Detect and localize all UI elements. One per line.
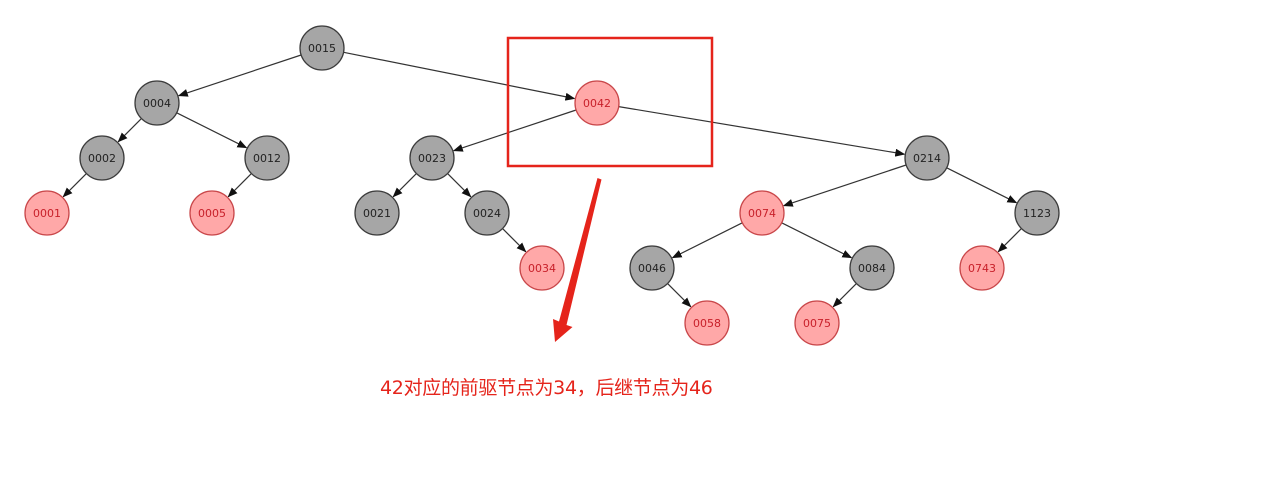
edge-0074-0046	[671, 222, 743, 259]
node-label: 0214	[913, 152, 941, 165]
tree-node-0042: 0042	[574, 80, 620, 126]
tree-node-0023: 0023	[409, 135, 455, 181]
tree-node-0024: 0024	[464, 190, 510, 236]
edge-0012-0005	[227, 173, 252, 198]
tree-node-0214: 0214	[904, 135, 950, 181]
node-label: 0058	[693, 317, 721, 330]
edge-0042-0023	[452, 109, 577, 152]
edge-0074-0084	[781, 222, 853, 259]
edge-0023-0024	[447, 173, 472, 198]
tree-node-1123: 1123	[1014, 190, 1060, 236]
red-black-tree-diagram: 0015 0004 0042 0002 0012 0023 0214 0001 0005 0021…	[24, 25, 1060, 346]
edge-1123-0743	[997, 228, 1022, 253]
node-label: 1123	[1023, 207, 1051, 220]
edge-0042-0214	[618, 106, 906, 157]
tree-node-0034: 0034	[519, 245, 565, 291]
node-label: 0034	[528, 262, 556, 275]
node-label: 0046	[638, 262, 666, 275]
edge-0214-1123	[946, 167, 1018, 204]
tree-node-0075: 0075	[794, 300, 840, 346]
tree-nodes: 0015 0004 0042 0002 0012 0023 0214 0001 0005 0021…	[24, 25, 1060, 346]
node-label: 0005	[198, 207, 226, 220]
tree-node-0058: 0058	[684, 300, 730, 346]
tree-node-0021: 0021	[354, 190, 400, 236]
node-label: 0075	[803, 317, 831, 330]
tree-node-0743: 0743	[959, 245, 1005, 291]
tree-node-0015: 0015	[299, 25, 345, 71]
node-label: 0074	[748, 207, 776, 220]
tree-node-0002: 0002	[79, 135, 125, 181]
edge-0004-0012	[176, 112, 248, 149]
node-label: 0015	[308, 42, 336, 55]
tree-node-0005: 0005	[189, 190, 235, 236]
tree-node-0001: 0001	[24, 190, 70, 236]
node-label: 0004	[143, 97, 171, 110]
node-label: 0001	[33, 207, 61, 220]
node-label: 0743	[968, 262, 996, 275]
node-label: 0002	[88, 152, 116, 165]
edge-0002-0001	[62, 173, 87, 198]
edge-0004-0002	[117, 118, 142, 143]
node-label: 0084	[858, 262, 886, 275]
edge-0024-0034	[502, 228, 527, 253]
tree-node-0046: 0046	[629, 245, 675, 291]
node-label: 0023	[418, 152, 446, 165]
edge-0023-0021	[392, 173, 417, 198]
node-label: 0042	[583, 97, 611, 110]
edge-0046-0058	[667, 283, 692, 308]
tree-node-0004: 0004	[134, 80, 180, 126]
node-label: 0021	[363, 207, 391, 220]
edge-0015-0004	[177, 54, 302, 97]
edge-0015-0042	[343, 51, 576, 101]
node-label: 0012	[253, 152, 281, 165]
tree-node-0084: 0084	[849, 245, 895, 291]
tree-node-0074: 0074	[739, 190, 785, 236]
edge-0084-0075	[832, 283, 857, 308]
annotation-caption: 42对应的前驱节点为34，后继节点为46	[380, 377, 713, 399]
edge-0214-0074	[782, 164, 907, 207]
tree-node-0012: 0012	[244, 135, 290, 181]
node-label: 0024	[473, 207, 501, 220]
